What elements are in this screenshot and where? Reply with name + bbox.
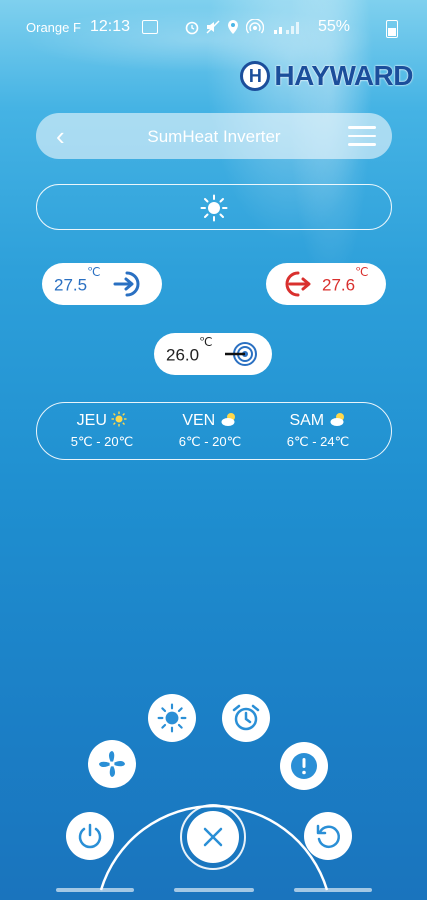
- battery-icon: [386, 20, 398, 38]
- nav-back[interactable]: [294, 888, 372, 892]
- logo-text: HAYWARD: [274, 60, 413, 91]
- water-out-icon: [285, 271, 311, 297]
- hotspot-icon: [246, 19, 264, 34]
- close-button-inner: [187, 811, 239, 863]
- status-time: 12:13: [90, 18, 131, 35]
- mode-bar[interactable]: [36, 184, 392, 230]
- alert-icon: [291, 753, 317, 779]
- water-outlet-temperature: 27.6℃: [266, 263, 386, 305]
- nav-home[interactable]: [174, 888, 254, 892]
- inlet-temp-value: 27.5℃: [54, 264, 101, 295]
- sun-icon: [200, 194, 228, 222]
- power-button[interactable]: [66, 812, 114, 860]
- gallery-icon: [142, 20, 158, 34]
- header-bar: ‹ SumHeat Inverter: [36, 113, 392, 159]
- status-bar: Orange F 12:13 55%: [0, 14, 427, 42]
- close-menu-button[interactable]: [180, 804, 246, 870]
- location-icon: [228, 20, 238, 34]
- heat-mode-button[interactable]: [148, 694, 196, 742]
- alarm-clock-icon: [185, 21, 199, 35]
- forecast-day-name: VEN: [182, 412, 216, 429]
- nav-recent[interactable]: [56, 888, 134, 892]
- forecast-day-name: JEU: [76, 412, 107, 429]
- sun-icon: [157, 703, 187, 733]
- forecast-day-name: SAM: [289, 412, 325, 429]
- carrier-label: Orange F: [26, 20, 81, 35]
- menu-icon[interactable]: [348, 126, 376, 152]
- mute-icon: [206, 20, 220, 34]
- forecast-range: 6℃ - 20℃: [178, 434, 242, 449]
- forecast-day: JEU 5℃ - 20℃: [47, 411, 157, 450]
- fan-button[interactable]: [88, 740, 136, 788]
- refresh-button[interactable]: [304, 812, 352, 860]
- logo-badge: H: [240, 61, 271, 91]
- target-icon: [224, 342, 257, 366]
- forecast-day: SAM 6℃ - 24℃: [263, 411, 373, 450]
- setpoint-temperature[interactable]: 26.0℃: [154, 333, 272, 375]
- setpoint-value: 26.0℃: [166, 334, 213, 365]
- weather-forecast: JEU 5℃ - 20℃ VEN 6℃ - 20℃ SAM 6℃ - 24℃: [36, 402, 392, 460]
- refresh-icon: [316, 824, 340, 849]
- alerts-button[interactable]: [280, 742, 328, 790]
- water-inlet-temperature: 27.5℃: [42, 263, 162, 305]
- water-in-icon: [113, 271, 139, 297]
- timer-button[interactable]: [222, 694, 270, 742]
- forecast-day: VEN 6℃ - 20℃: [155, 411, 265, 450]
- forecast-range: 5℃ - 20℃: [70, 434, 134, 449]
- power-icon: [78, 823, 102, 849]
- hayward-logo: H HAYWARD: [240, 58, 413, 94]
- partly-cloudy-icon: [221, 413, 235, 426]
- battery-percent: 55%: [318, 18, 351, 35]
- outlet-temp-value: 27.6℃: [322, 264, 369, 295]
- fan-icon: [99, 751, 125, 777]
- partly-cloudy-icon: [330, 413, 344, 426]
- page-title: SumHeat Inverter: [147, 127, 281, 146]
- close-icon: [203, 827, 223, 847]
- signal-icon: [274, 22, 299, 34]
- system-nav-bar: [0, 884, 427, 900]
- alarm-clock-icon: [232, 704, 260, 731]
- forecast-range: 6℃ - 24℃: [286, 434, 350, 449]
- sun-icon: [111, 411, 127, 427]
